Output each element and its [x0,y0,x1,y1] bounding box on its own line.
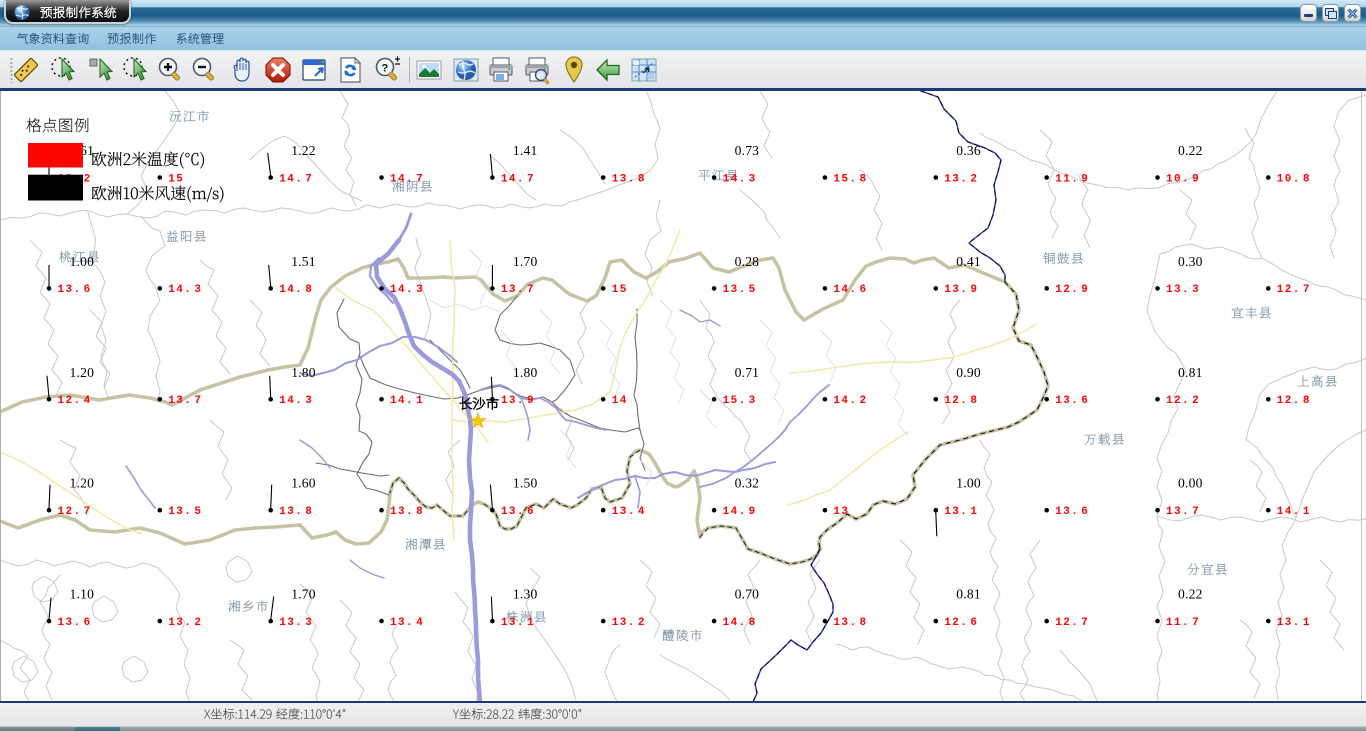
svg-text:14. 3: 14. 3 [279,395,313,407]
svg-text:1.51: 1.51 [291,254,316,269]
svg-text:0.22: 0.22 [1178,143,1203,158]
svg-text:13. 8: 13. 8 [612,173,646,185]
svg-text:11. 7: 11. 7 [1166,617,1200,629]
svg-text:14. 3: 14. 3 [723,173,757,185]
svg-text:13. 1: 13. 1 [501,617,535,629]
svg-text:15. 8: 15. 8 [833,173,867,185]
svg-text:0.30: 0.30 [1178,254,1203,269]
svg-text:1.70: 1.70 [291,587,316,602]
svg-text:14. 8: 14. 8 [279,284,313,296]
svg-text:13. 2: 13. 2 [168,617,202,629]
svg-text:12. 9: 12. 9 [1055,284,1089,296]
svg-text:13. 7: 13. 7 [168,395,202,407]
svg-text:0.22: 0.22 [1178,587,1203,602]
svg-text:14. 8: 14. 8 [723,617,757,629]
svg-text:12. 7: 12. 7 [1277,284,1311,296]
svg-text:13. 7: 13. 7 [1166,506,1200,518]
svg-text:14. 2: 14. 2 [833,395,867,407]
svg-text:14. 6: 14. 6 [833,284,867,296]
svg-text:13: 13 [833,506,849,518]
svg-text:0.71: 0.71 [735,365,760,380]
svg-text:0.00: 0.00 [1178,476,1203,491]
svg-text:0.41: 0.41 [956,254,981,269]
svg-text:1.10: 1.10 [70,587,95,602]
svg-text:12. 8: 12. 8 [944,395,978,407]
svg-text:13. 4: 13. 4 [390,617,424,629]
svg-text:13. 6: 13. 6 [58,284,92,296]
svg-text:15: 15 [612,284,628,296]
svg-text:12. 6: 12. 6 [944,617,978,629]
svg-text:13. 5: 13. 5 [723,284,757,296]
svg-text:13. 8: 13. 8 [390,506,424,518]
svg-text:13. 6: 13. 6 [1055,395,1089,407]
svg-text:14. 7: 14. 7 [279,173,313,185]
svg-text:0.36: 0.36 [956,143,981,158]
svg-text:0.81: 0.81 [1178,365,1203,380]
svg-text:14. 3: 14. 3 [390,284,424,296]
svg-text:10. 9: 10. 9 [1166,173,1200,185]
svg-text:1.70: 1.70 [513,254,538,269]
svg-text:14. 7: 14. 7 [501,173,535,185]
svg-text:1.80: 1.80 [291,365,316,380]
svg-text:11. 9: 11. 9 [1055,173,1089,185]
svg-text:1.30: 1.30 [513,587,538,602]
svg-text:12. 2: 12. 2 [1166,395,1200,407]
svg-text:14. 1: 14. 1 [1277,506,1311,518]
svg-text:13. 2: 13. 2 [612,617,646,629]
svg-text:10. 8: 10. 8 [1277,173,1311,185]
svg-text:0.70: 0.70 [735,587,760,602]
svg-text:13. 8: 13. 8 [833,617,867,629]
svg-text:1.80: 1.80 [513,365,538,380]
svg-text:0.28: 0.28 [735,254,760,269]
svg-text:13. 5: 13. 5 [168,506,202,518]
svg-text:13. 7: 13. 7 [501,284,535,296]
svg-text:1.22: 1.22 [291,143,316,158]
svg-text:13. 1: 13. 1 [1277,617,1311,629]
svg-text:14. 1: 14. 1 [390,395,424,407]
svg-text:0.81: 0.81 [956,587,981,602]
svg-text:1.50: 1.50 [513,476,538,491]
svg-text:13. 6: 13. 6 [501,506,535,518]
svg-text:15: 15 [168,173,184,185]
svg-text:13. 9: 13. 9 [501,395,535,407]
svg-text:1.00: 1.00 [956,476,981,491]
svg-text:1.20: 1.20 [70,365,95,380]
svg-text:12. 4: 12. 4 [58,395,92,407]
svg-text:13. 1: 13. 1 [944,506,978,518]
svg-text:1.41: 1.41 [513,143,538,158]
svg-text:15. 3: 15. 3 [723,395,757,407]
svg-text:14. 3: 14. 3 [168,284,202,296]
svg-text:12. 7: 12. 7 [1055,617,1089,629]
svg-text:13. 6: 13. 6 [1055,506,1089,518]
svg-text:0.32: 0.32 [735,476,760,491]
svg-text:13. 3: 13. 3 [1166,284,1200,296]
svg-text:13. 4: 13. 4 [612,506,646,518]
svg-text:13. 2: 13. 2 [944,173,978,185]
svg-text:1.20: 1.20 [70,476,95,491]
svg-text:1.00: 1.00 [70,254,95,269]
svg-text:14: 14 [612,395,628,407]
svg-text:1.60: 1.60 [291,476,316,491]
svg-text:?: ? [382,63,389,75]
svg-text:14. 7: 14. 7 [390,173,424,185]
svg-text:14. 9: 14. 9 [723,506,757,518]
svg-text:13. 3: 13. 3 [279,617,313,629]
svg-text:0.90: 0.90 [956,365,981,380]
svg-text:12. 7: 12. 7 [58,506,92,518]
svg-text:13. 9: 13. 9 [944,284,978,296]
svg-text:13. 6: 13. 6 [58,617,92,629]
svg-text:0.73: 0.73 [735,143,760,158]
svg-text:13. 8: 13. 8 [279,506,313,518]
svg-text:12. 8: 12. 8 [1277,395,1311,407]
